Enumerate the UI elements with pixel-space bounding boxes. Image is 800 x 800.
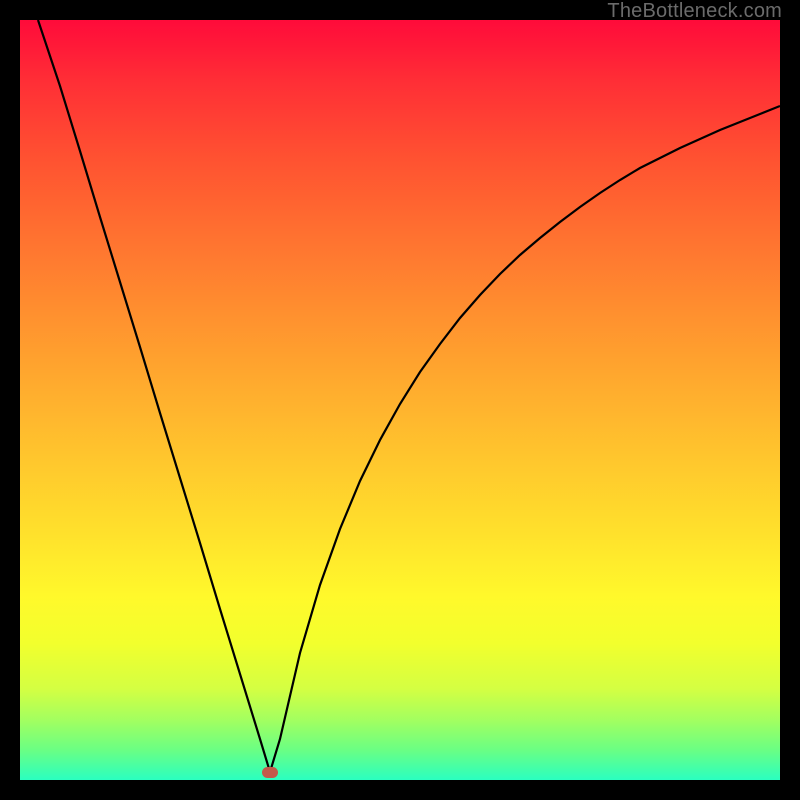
chart-frame: TheBottleneck.com [0,0,800,800]
curve-svg [20,20,780,780]
watermark-text: TheBottleneck.com [607,0,782,23]
bottleneck-curve-right [270,106,780,772]
minimum-marker [262,767,278,778]
bottleneck-curve-left [38,20,270,772]
